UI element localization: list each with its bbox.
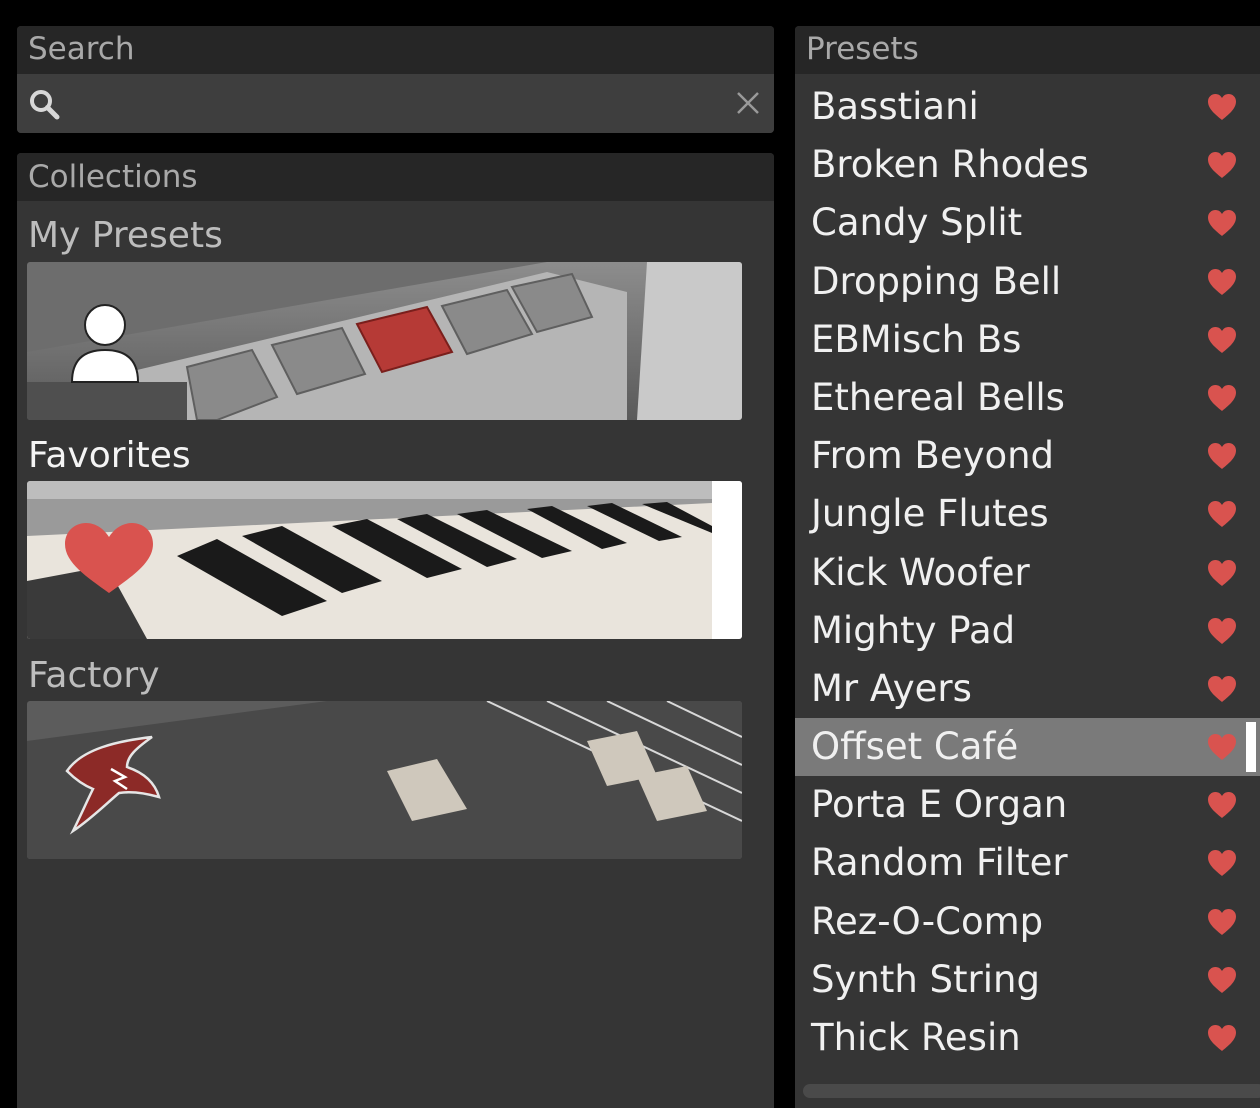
search-icon xyxy=(30,90,60,120)
preset-item[interactable]: Thick Resin xyxy=(795,1009,1260,1067)
heart-icon[interactable] xyxy=(1206,1022,1238,1054)
preset-name: EBMisch Bs xyxy=(811,317,1022,361)
preset-name: Mighty Pad xyxy=(811,608,1016,652)
collection-label-favorites: Favorites xyxy=(28,435,191,476)
heart-icon[interactable] xyxy=(1206,382,1238,414)
preset-item[interactable]: Dropping Bell xyxy=(795,253,1260,311)
preset-item[interactable]: Ethereal Bells xyxy=(795,369,1260,427)
horizontal-scrollbar[interactable] xyxy=(803,1084,1260,1098)
heart-icon[interactable] xyxy=(1206,498,1238,530)
heart-icon[interactable] xyxy=(1206,964,1238,996)
collections-panel: Collections My Presets Favorites Factory xyxy=(17,153,774,1108)
preset-item[interactable]: Broken Rhodes xyxy=(795,136,1260,194)
preset-name: Kick Woofer xyxy=(811,550,1030,594)
preset-item[interactable]: Mighty Pad xyxy=(795,602,1260,660)
preset-name: Candy Split xyxy=(811,201,1023,245)
preset-item[interactable]: Basstiani xyxy=(795,78,1260,136)
preset-item[interactable]: Kick Woofer xyxy=(795,544,1260,602)
collection-factory[interactable] xyxy=(27,701,742,859)
preset-name: Rez-O-Comp xyxy=(811,899,1044,943)
heart-icon[interactable] xyxy=(1206,615,1238,647)
heart-icon[interactable] xyxy=(1206,207,1238,239)
heart-icon[interactable] xyxy=(1206,440,1238,472)
preset-name: Synth String xyxy=(811,957,1040,1001)
preset-name: From Beyond xyxy=(811,434,1055,478)
search-panel: Search xyxy=(17,26,774,133)
heart-icon[interactable] xyxy=(1206,266,1238,298)
collection-label-factory: Factory xyxy=(28,655,160,696)
heart-icon[interactable] xyxy=(1206,789,1238,821)
heart-icon[interactable] xyxy=(1206,557,1238,589)
preset-item[interactable]: Porta E Organ xyxy=(795,776,1260,834)
preset-item[interactable]: Synth String xyxy=(795,951,1260,1009)
search-header: Search xyxy=(17,26,774,74)
preset-item[interactable]: From Beyond xyxy=(795,427,1260,485)
heart-icon[interactable] xyxy=(1206,731,1238,763)
preset-name: Jungle Flutes xyxy=(811,492,1049,536)
preset-name: Offset Café xyxy=(811,725,1019,769)
heart-icon[interactable] xyxy=(1206,906,1238,938)
preset-item[interactable]: Mr Ayers xyxy=(795,660,1260,718)
collections-header: Collections xyxy=(17,153,774,201)
preset-item[interactable]: EBMisch Bs xyxy=(795,311,1260,369)
presets-header: Presets xyxy=(795,26,1260,74)
search-bar[interactable] xyxy=(17,74,774,133)
heart-icon[interactable] xyxy=(1206,91,1238,123)
preset-item[interactable]: Rez-O-Comp xyxy=(795,893,1260,951)
preset-item[interactable]: Offset Café xyxy=(795,718,1260,777)
close-icon[interactable] xyxy=(733,88,763,118)
heart-icon[interactable] xyxy=(1206,324,1238,356)
preset-name: Mr Ayers xyxy=(811,666,972,710)
collection-label-my-presets: My Presets xyxy=(28,215,223,256)
preset-name: Random Filter xyxy=(811,841,1068,885)
collection-my-presets[interactable] xyxy=(27,262,742,420)
heart-icon[interactable] xyxy=(1206,847,1238,879)
collection-favorites[interactable] xyxy=(27,481,742,639)
heart-icon[interactable] xyxy=(1206,673,1238,705)
search-input[interactable] xyxy=(75,82,719,126)
preset-name: Thick Resin xyxy=(811,1016,1021,1059)
preset-name: Porta E Organ xyxy=(811,783,1068,827)
heart-icon[interactable] xyxy=(1206,149,1238,181)
preset-list: Basstiani Broken Rhodes Candy Split Droppin… xyxy=(795,78,1260,1067)
preset-item[interactable]: Candy Split xyxy=(795,194,1260,252)
preset-item[interactable]: Jungle Flutes xyxy=(795,485,1260,543)
preset-name: Basstiani xyxy=(811,85,979,128)
presets-panel: Presets Basstiani Broken Rhodes Candy Spli… xyxy=(795,26,1260,1108)
preset-name: Broken Rhodes xyxy=(811,143,1089,187)
preset-name: Ethereal Bells xyxy=(811,375,1065,419)
preset-name: Dropping Bell xyxy=(811,259,1062,303)
preset-item[interactable]: Random Filter xyxy=(795,834,1260,892)
